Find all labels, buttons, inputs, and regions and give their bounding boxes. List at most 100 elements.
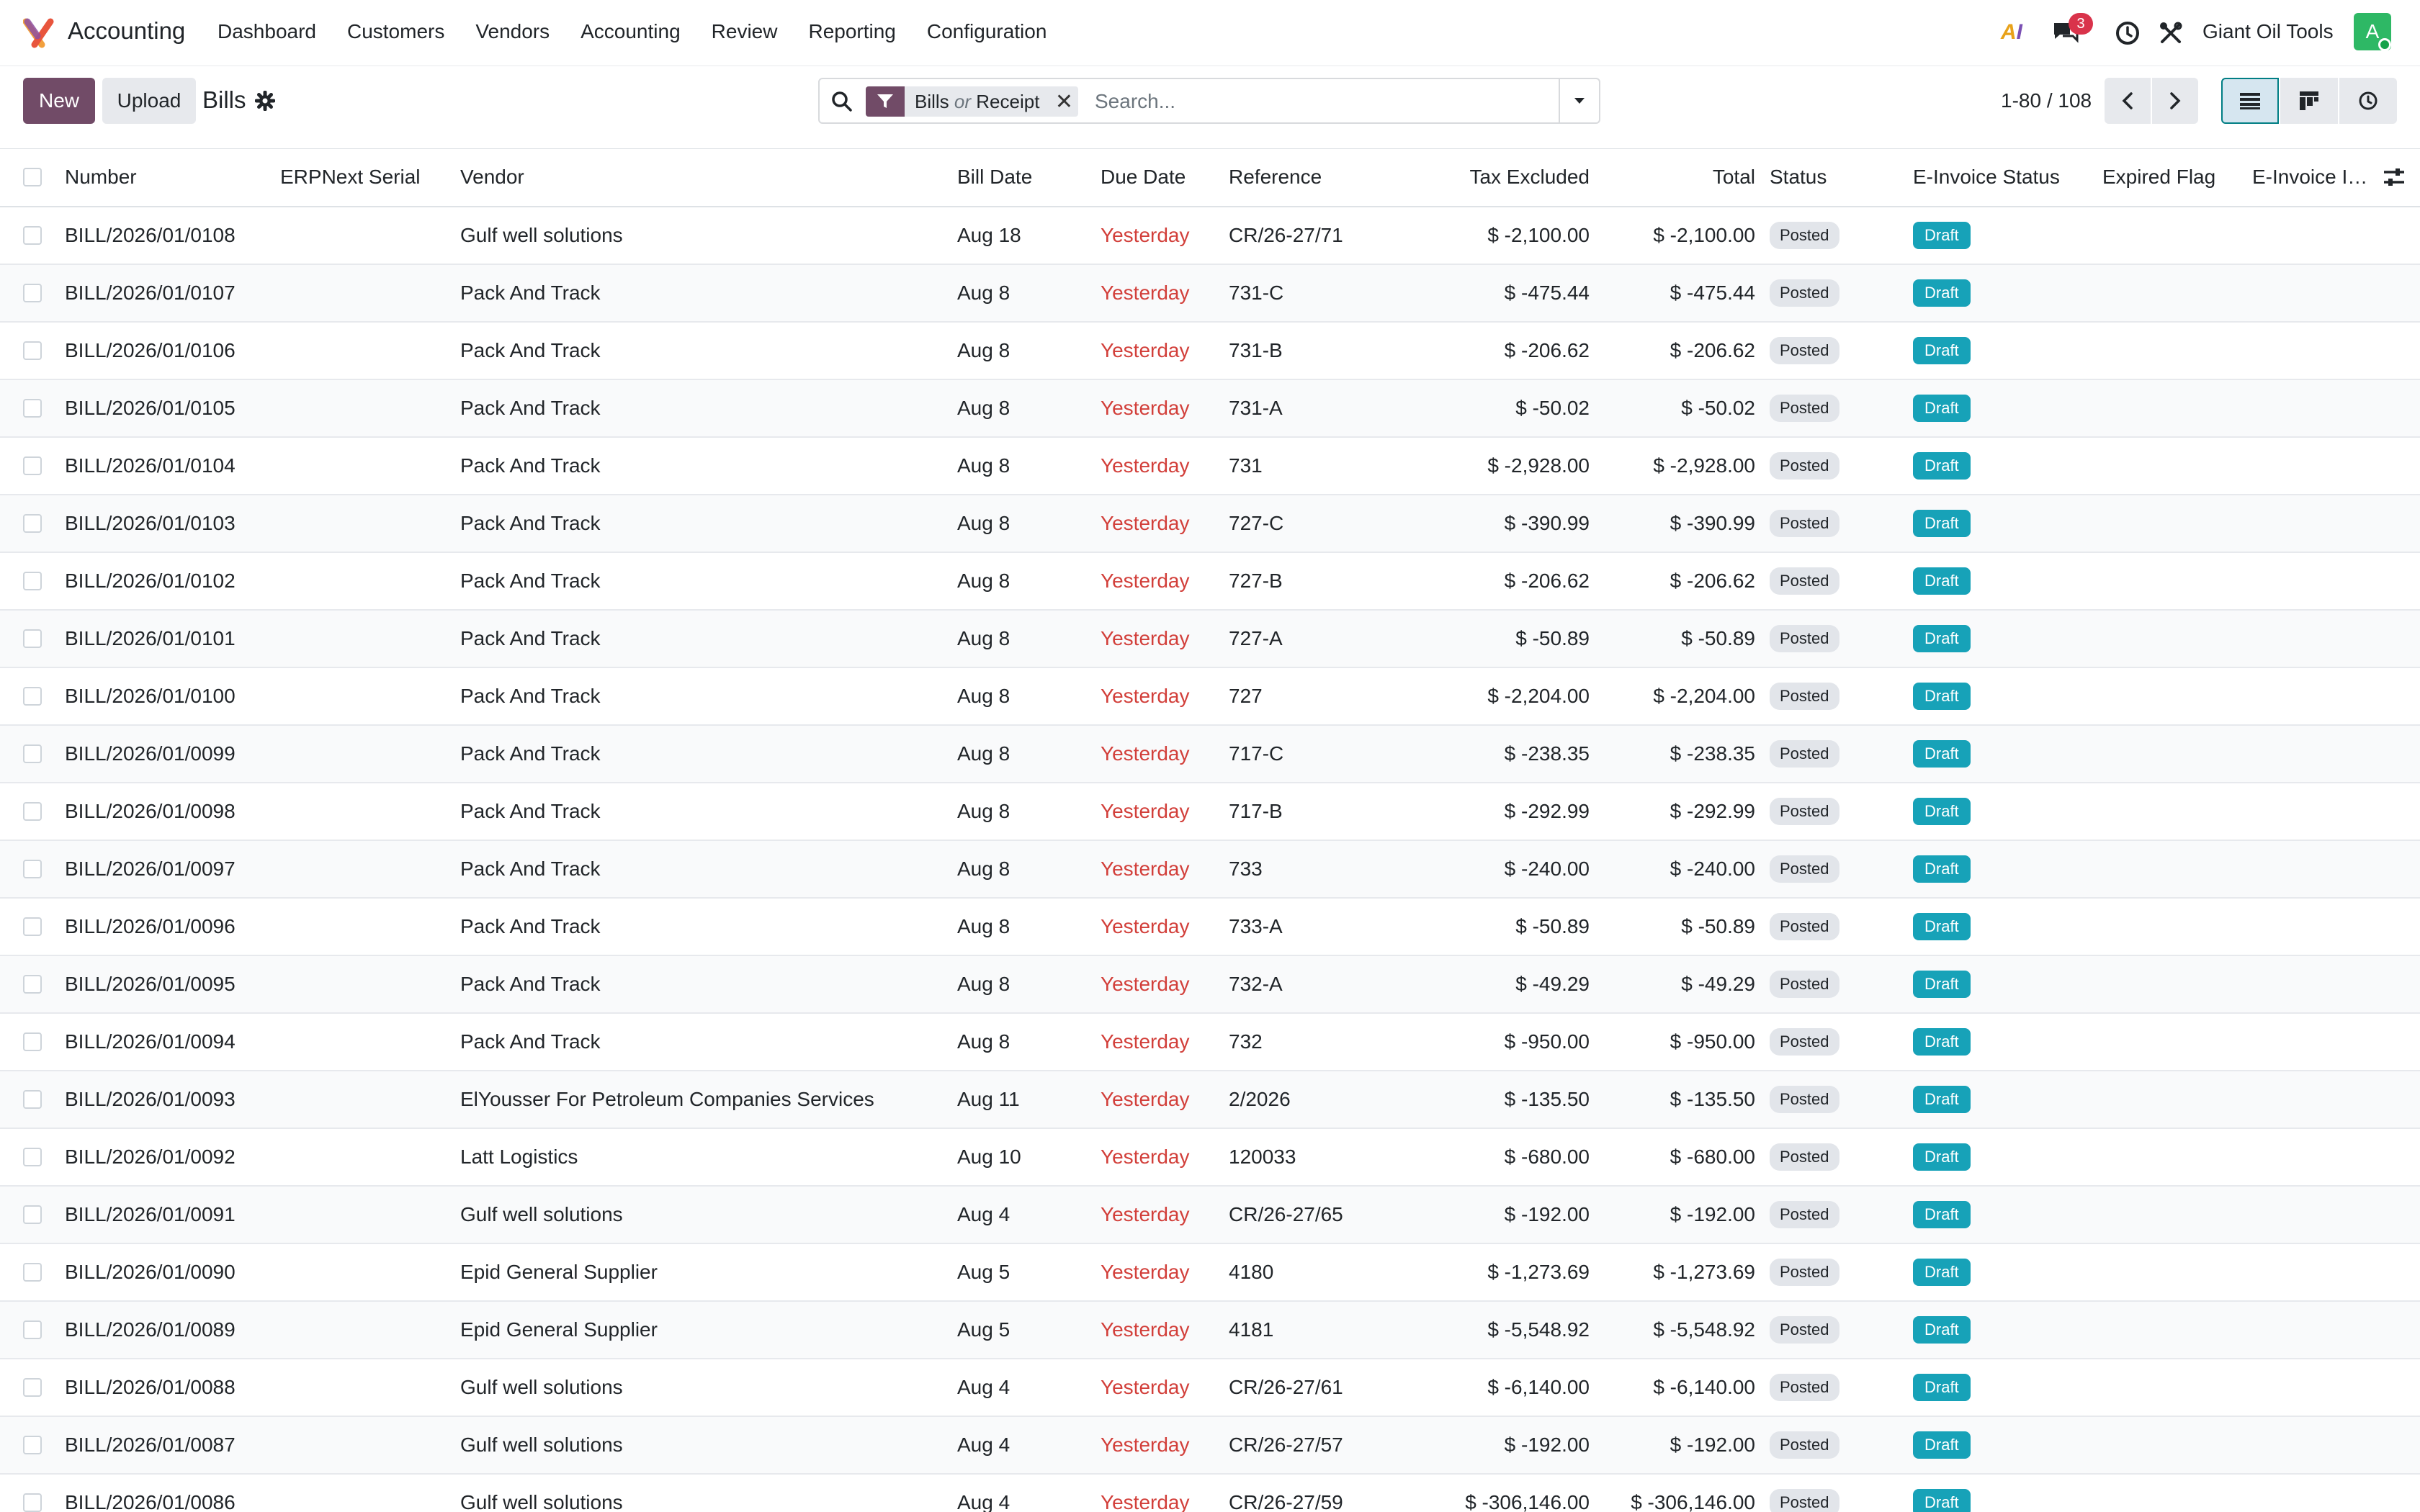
row-select-cell[interactable] [0, 725, 65, 783]
row-select-cell[interactable] [0, 1186, 65, 1243]
table-row[interactable]: BILL/2026/01/0099 Pack And Track Aug 8 Yest… [0, 724, 2420, 783]
row-checkbox[interactable] [23, 571, 42, 590]
table-row[interactable]: BILL/2026/01/0101 Pack And Track Aug 8 Yest… [0, 609, 2420, 667]
row-checkbox[interactable] [23, 1262, 42, 1282]
table-row[interactable]: BILL/2026/01/0096 Pack And Track Aug 8 Yest… [0, 898, 2420, 955]
col-status[interactable]: Status [1755, 149, 1884, 207]
menu-customers[interactable]: Customers [347, 20, 444, 43]
row-select-cell[interactable] [0, 437, 65, 495]
search-options-toggle[interactable] [1559, 79, 1599, 122]
row-select-cell[interactable] [0, 610, 65, 667]
company-switcher[interactable]: Giant Oil Tools [2202, 20, 2334, 43]
column-settings-icon[interactable] [2381, 164, 2407, 190]
row-select-cell[interactable] [0, 667, 65, 725]
pager-value[interactable]: 1-80 / 108 [2001, 89, 2092, 112]
table-row[interactable]: BILL/2026/01/0095 Pack And Track Aug 8 Yest… [0, 955, 2420, 1013]
row-checkbox[interactable] [23, 744, 42, 763]
row-checkbox[interactable] [23, 1377, 42, 1397]
activity-clock-icon[interactable] [2115, 20, 2141, 46]
row-select-cell[interactable] [0, 1474, 65, 1512]
row-checkbox[interactable] [23, 1493, 42, 1512]
row-checkbox[interactable] [23, 1089, 42, 1109]
row-select-cell[interactable] [0, 1301, 65, 1359]
col-einvoice-status[interactable]: E-Invoice Status [1884, 149, 2074, 207]
row-select-cell[interactable] [0, 1359, 65, 1416]
table-row[interactable]: BILL/2026/01/0104 Pack And Track Aug 8 Yest… [0, 437, 2420, 495]
row-checkbox[interactable] [23, 1205, 42, 1224]
col-total[interactable]: Total [1590, 149, 1755, 207]
new-button[interactable]: New [23, 78, 95, 124]
row-select-cell[interactable] [0, 322, 65, 379]
pager-previous-button[interactable] [2105, 78, 2151, 124]
row-checkbox[interactable] [23, 513, 42, 533]
table-row[interactable]: BILL/2026/01/0102 Pack And Track Aug 8 Yest… [0, 552, 2420, 610]
table-row[interactable]: BILL/2026/01/0089 Epid General Supplier Au… [0, 1300, 2420, 1359]
table-row[interactable]: BILL/2026/01/0103 Pack And Track Aug 8 Yest… [0, 494, 2420, 552]
row-checkbox[interactable] [23, 629, 42, 648]
table-row[interactable]: BILL/2026/01/0107 Pack And Track Aug 8 Yest… [0, 264, 2420, 322]
row-select-cell[interactable] [0, 495, 65, 552]
col-reference[interactable]: Reference [1229, 149, 1414, 207]
row-select-cell[interactable] [0, 1013, 65, 1071]
accounting-app-icon[interactable] [23, 17, 55, 49]
col-expired-flag[interactable]: Expired Flag [2074, 149, 2223, 207]
row-select-cell[interactable] [0, 379, 65, 437]
menu-review[interactable]: Review [712, 20, 778, 43]
table-row[interactable]: BILL/2026/01/0097 Pack And Track Aug 8 Yest… [0, 840, 2420, 898]
table-row[interactable]: BILL/2026/01/0100 Pack And Track Aug 8 Yest… [0, 667, 2420, 725]
row-select-cell[interactable] [0, 898, 65, 955]
filter-facet[interactable]: Bills or Receipt ✕ [866, 86, 1079, 117]
table-row[interactable]: BILL/2026/01/0105 Pack And Track Aug 8 Yest… [0, 379, 2420, 437]
ai-assistant-icon[interactable]: AI [2001, 20, 2022, 45]
search-input[interactable] [1095, 86, 1512, 117]
row-select-cell[interactable] [0, 955, 65, 1013]
list-view-button[interactable] [2221, 78, 2279, 124]
gear-icon[interactable] [255, 91, 275, 111]
table-row[interactable]: BILL/2026/01/0098 Pack And Track Aug 8 Yest… [0, 783, 2420, 840]
table-row[interactable]: BILL/2026/01/0087 Gulf well solutions Aug … [0, 1416, 2420, 1474]
row-select-cell[interactable] [0, 1243, 65, 1301]
row-select-cell[interactable] [0, 783, 65, 840]
menu-reporting[interactable]: Reporting [808, 20, 895, 43]
row-checkbox[interactable] [23, 917, 42, 936]
table-row[interactable]: BILL/2026/01/0091 Gulf well solutions Aug … [0, 1185, 2420, 1243]
menu-accounting[interactable]: Accounting [581, 20, 681, 43]
row-select-cell[interactable] [0, 264, 65, 322]
search-icon[interactable] [831, 91, 853, 112]
table-row[interactable]: BILL/2026/01/0092 Latt Logistics Aug 10 Yes… [0, 1128, 2420, 1186]
row-checkbox[interactable] [23, 456, 42, 475]
row-checkbox[interactable] [23, 1320, 42, 1339]
select-all-cell[interactable] [0, 149, 65, 207]
row-checkbox[interactable] [23, 225, 42, 245]
row-checkbox[interactable] [23, 398, 42, 418]
row-checkbox[interactable] [23, 1147, 42, 1166]
row-checkbox[interactable] [23, 859, 42, 878]
row-checkbox[interactable] [23, 974, 42, 994]
row-select-cell[interactable] [0, 1071, 65, 1128]
col-due-date[interactable]: Due Date [1101, 149, 1229, 207]
row-checkbox[interactable] [23, 283, 42, 302]
table-row[interactable]: BILL/2026/01/0090 Epid General Supplier Au… [0, 1243, 2420, 1301]
row-checkbox[interactable] [23, 1032, 42, 1051]
table-row[interactable]: BILL/2026/01/0093 ElYousser For Petroleum… [0, 1070, 2420, 1128]
row-select-cell[interactable] [0, 840, 65, 898]
table-row[interactable]: BILL/2026/01/0088 Gulf well solutions Aug … [0, 1359, 2420, 1416]
facet-remove-icon[interactable]: ✕ [1049, 86, 1078, 117]
row-select-cell[interactable] [0, 1416, 65, 1474]
col-number[interactable]: Number [65, 149, 280, 207]
col-bill-date[interactable]: Bill Date [957, 149, 1101, 207]
row-checkbox[interactable] [23, 341, 42, 360]
row-select-cell[interactable] [0, 207, 65, 264]
activity-view-button[interactable] [2339, 78, 2397, 124]
row-checkbox[interactable] [23, 801, 42, 821]
col-vendor[interactable]: Vendor [460, 149, 957, 207]
col-tax-excluded[interactable]: Tax Excluded [1414, 149, 1590, 207]
kanban-view-button[interactable] [2280, 78, 2338, 124]
menu-dashboard[interactable]: Dashboard [218, 20, 316, 43]
upload-button[interactable]: Upload [102, 78, 196, 124]
col-erpnext-serial[interactable]: ERPNext Serial [280, 149, 460, 207]
row-checkbox[interactable] [23, 1435, 42, 1454]
row-select-cell[interactable] [0, 1128, 65, 1186]
menu-configuration[interactable]: Configuration [927, 20, 1047, 43]
pager-next-button[interactable] [2152, 78, 2198, 124]
